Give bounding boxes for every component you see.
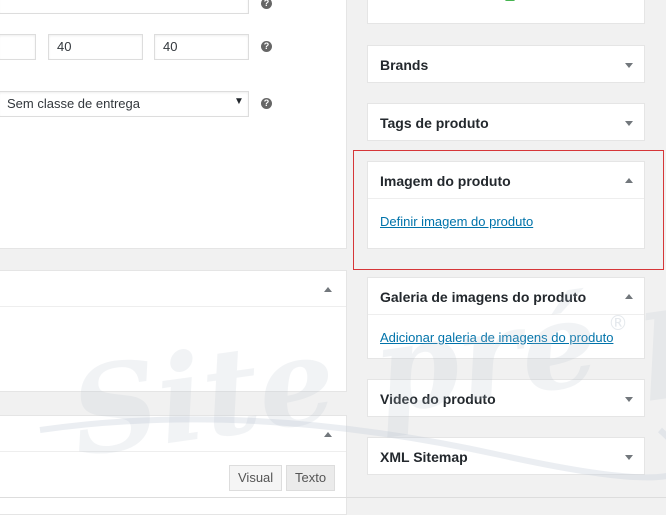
top-box-accent — [505, 0, 515, 1]
box-title: Video do produto — [380, 391, 496, 407]
toggle-arrow-icon[interactable] — [625, 178, 633, 183]
toggle-arrow-icon[interactable] — [625, 121, 633, 126]
box-title: Brands — [380, 57, 429, 73]
box-title: XML Sitemap — [380, 449, 468, 465]
select-arrow-icon: ▼ — [234, 96, 244, 107]
footer-divider — [0, 497, 666, 498]
sidebar-box-gallery: Galeria de imagens do produto Adicionar … — [367, 277, 645, 359]
sidebar-box-video: Video do produto — [367, 379, 645, 417]
box-separator — [368, 314, 644, 315]
sidebar-box-xml-sitemap: XML Sitemap — [367, 437, 645, 475]
postbox-separator — [0, 306, 346, 307]
postbox-separator — [0, 451, 346, 452]
toggle-arrow-icon[interactable] — [625, 294, 633, 299]
tab-texto[interactable]: Texto — [286, 465, 336, 491]
toggle-arrow-icon[interactable] — [324, 287, 332, 292]
sidebar-box-top — [367, 0, 645, 24]
length-input[interactable] — [0, 34, 36, 60]
help-icon[interactable]: ? — [261, 41, 272, 52]
toggle-arrow-icon[interactable] — [324, 432, 332, 437]
sidebar-box-product-image: Imagem do produto Definir imagem do prod… — [367, 161, 645, 249]
box-title: Tags de produto — [380, 115, 489, 131]
set-product-image-link[interactable]: Definir imagem do produto — [380, 214, 533, 229]
postbox-left — [0, 270, 347, 392]
height-input[interactable]: 40 — [154, 34, 249, 60]
box-title: Galeria de imagens do produto — [380, 289, 587, 305]
sidebar-box-tags: Tags de produto — [367, 103, 645, 141]
toggle-arrow-icon[interactable] — [625, 63, 633, 68]
add-gallery-link[interactable]: Adicionar galeria de imagens do produto — [380, 330, 613, 345]
shipping-class-select[interactable]: Sem classe de entrega — [0, 91, 249, 117]
tab-visual[interactable]: Visual — [229, 465, 283, 491]
toggle-arrow-icon[interactable] — [625, 397, 633, 402]
box-title: Imagem do produto — [380, 173, 511, 189]
box-separator — [368, 198, 644, 199]
shipping-class-value: Sem classe de entrega — [7, 96, 140, 111]
width-input[interactable]: 40 — [48, 34, 143, 60]
help-icon[interactable]: ? — [261, 98, 272, 109]
shipping-field-top[interactable] — [0, 0, 249, 14]
sidebar-box-brands: Brands — [367, 45, 645, 83]
toggle-arrow-icon[interactable] — [625, 455, 633, 460]
